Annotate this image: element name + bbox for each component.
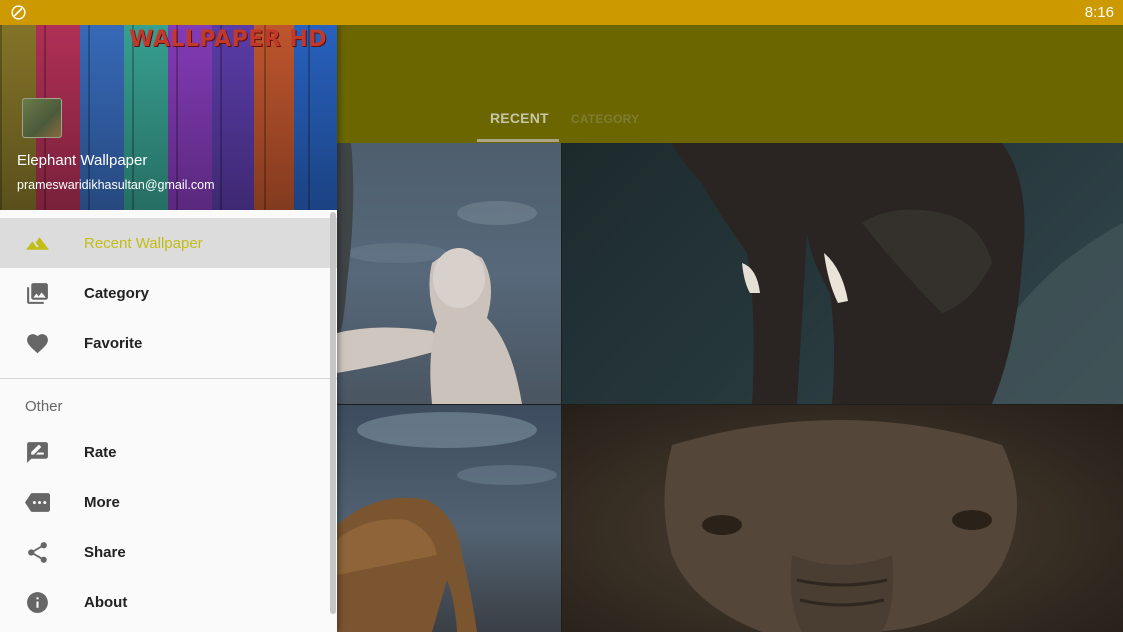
drawer-scrollbar[interactable]	[330, 212, 336, 614]
landscape-icon	[26, 237, 49, 250]
drawer-app-name: Elephant Wallpaper	[17, 152, 148, 169]
tab-indicator	[477, 139, 559, 142]
tab-category[interactable]: CATEGORY	[571, 112, 639, 126]
screen-rotation-icon	[11, 5, 26, 20]
drawer-item-label: Share	[84, 544, 126, 561]
rate-review-icon	[27, 442, 48, 463]
drawer-email: prameswaridikhasultan@gmail.com	[17, 178, 215, 192]
drawer-item-label: Recent Wallpaper	[84, 235, 203, 252]
tab-recent[interactable]: RECENT	[490, 110, 549, 126]
wallpaper-thumbnail[interactable]	[337, 405, 561, 632]
heart-icon	[27, 334, 48, 354]
header-brand-logo: WALLPAPER HD	[129, 27, 327, 52]
wallpaper-image	[337, 412, 557, 632]
status-bar: 8:16	[0, 0, 1123, 25]
avatar[interactable]	[22, 98, 62, 138]
drawer-item-share[interactable]: Share	[0, 527, 337, 577]
drawer-item-category[interactable]: Category	[0, 268, 337, 318]
wallpaper-thumbnail[interactable]	[337, 143, 561, 404]
drawer-menu: Recent Wallpaper Category Favorite Other	[0, 218, 337, 627]
wallpaper-thumbnail[interactable]	[562, 143, 1123, 404]
drawer-item-label: Rate	[84, 444, 117, 461]
more-icon	[25, 493, 50, 512]
drawer-item-label: More	[84, 494, 120, 511]
wallpaper-image	[672, 143, 1123, 404]
app-root: 8:16 RECENT CATEGORY WALLPAPER HD Elepha…	[0, 0, 1123, 632]
info-icon	[27, 592, 48, 613]
photo-library-icon	[27, 283, 48, 304]
drawer-item-favorite[interactable]: Favorite	[0, 318, 337, 368]
drawer-item-label: Category	[84, 285, 150, 302]
drawer-item-more[interactable]: More	[0, 477, 337, 527]
wallpaper-thumbnail[interactable]	[562, 405, 1123, 632]
drawer-item-about[interactable]: About	[0, 577, 337, 627]
drawer-item-recent-wallpaper[interactable]: Recent Wallpaper	[0, 218, 337, 268]
wallpaper-image	[337, 143, 537, 404]
drawer-item-label: About	[84, 594, 128, 611]
navigation-drawer: WALLPAPER HD Elephant Wallpaper prameswa…	[0, 25, 337, 632]
drawer-item-label: Favorite	[84, 335, 143, 352]
wallpaper-image	[664, 420, 1017, 632]
status-time: 8:16	[1084, 4, 1114, 21]
section-label-other: Other	[25, 398, 63, 415]
drawer-item-rate[interactable]: Rate	[0, 427, 337, 477]
drawer-section-header: Other	[0, 379, 337, 427]
drawer-header: WALLPAPER HD Elephant Wallpaper prameswa…	[0, 25, 337, 210]
share-icon	[28, 542, 47, 563]
